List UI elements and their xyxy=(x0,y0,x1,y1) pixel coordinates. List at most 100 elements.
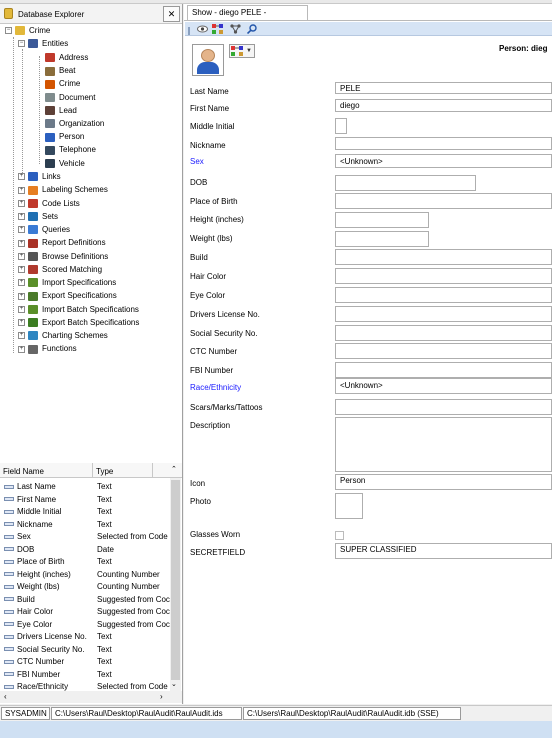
column-header-field-name[interactable]: Field Name xyxy=(3,467,44,476)
tree-node-address[interactable]: Address xyxy=(45,51,88,64)
race-label[interactable]: Race/Ethnicity xyxy=(190,383,241,392)
column-header-type[interactable]: Type xyxy=(96,467,113,476)
expand-icon[interactable]: + xyxy=(18,226,25,234)
tree-node-links[interactable]: + Links xyxy=(18,170,61,183)
table-row[interactable]: Middle Initial Text xyxy=(0,506,170,519)
tree-node-report-definitions[interactable]: + Report Definitions xyxy=(18,236,106,249)
tree-node-lead[interactable]: Lead xyxy=(45,104,77,117)
table-row[interactable]: DOB Date xyxy=(0,544,170,557)
table-row[interactable]: Sex Selected from Code xyxy=(0,531,170,544)
table-row[interactable]: Drivers License No. Text xyxy=(0,631,170,644)
expand-icon[interactable]: + xyxy=(18,199,25,207)
expand-icon[interactable]: + xyxy=(18,292,25,300)
telephone-icon xyxy=(45,145,55,155)
expand-icon[interactable]: + xyxy=(18,186,25,194)
glasses-checkbox[interactable] xyxy=(335,531,344,540)
network-icon[interactable] xyxy=(230,24,241,34)
expand-icon[interactable]: + xyxy=(18,345,25,353)
tree-node-crime[interactable]: Crime xyxy=(45,77,80,90)
icon-field[interactable]: Person xyxy=(335,474,552,490)
table-row[interactable]: Weight (lbs) Counting Number xyxy=(0,581,170,594)
expand-icon[interactable]: + xyxy=(18,319,25,327)
tree-node-labeling-schemes[interactable]: + Labeling Schemes xyxy=(18,183,108,196)
tree-node-organization[interactable]: Organization xyxy=(45,117,104,130)
tree-node-import-batch-specifications[interactable]: + Import Batch Specifications xyxy=(18,303,139,316)
tab-person-record[interactable]: Show - diego PELE - NOM130x xyxy=(187,5,308,31)
tree-node-person[interactable]: Person xyxy=(45,130,84,143)
tree-node-scored-matching[interactable]: + Scored Matching xyxy=(18,263,102,276)
tree-node-label: Functions xyxy=(42,344,77,354)
tree-node-queries[interactable]: + Queries xyxy=(18,223,70,236)
table-row[interactable]: Last Name Text xyxy=(0,481,170,494)
eye-color-field[interactable] xyxy=(335,287,552,303)
ctc-number-field[interactable] xyxy=(335,343,552,359)
expand-icon[interactable]: + xyxy=(18,305,25,313)
build-field[interactable] xyxy=(335,249,552,265)
expand-icon[interactable]: + xyxy=(18,239,25,247)
tree-node-crime[interactable]: − Crime xyxy=(5,24,50,37)
ssn-field[interactable] xyxy=(335,325,552,341)
tree-node-entities[interactable]: − Entities xyxy=(18,37,68,50)
tree-node-charting-schemes[interactable]: + Charting Schemes xyxy=(18,329,108,342)
scars-field[interactable] xyxy=(335,399,552,415)
scroll-down-icon[interactable]: ⌄ xyxy=(171,680,177,688)
table-row[interactable]: CTC Number Text xyxy=(0,656,170,669)
scrollbar-thumb[interactable] xyxy=(171,480,180,680)
table-row[interactable]: Height (inches) Counting Number xyxy=(0,569,170,582)
table-row[interactable]: Hair Color Suggested from Coc xyxy=(0,606,170,619)
sex-label[interactable]: Sex xyxy=(190,157,204,166)
scroll-up-icon[interactable]: ⌃ xyxy=(171,465,177,473)
expand-icon[interactable]: + xyxy=(18,266,25,274)
tree-node-export-specifications[interactable]: + Export Specifications xyxy=(18,289,117,302)
drivers-license-field[interactable] xyxy=(335,306,552,322)
text-field-icon xyxy=(4,547,14,552)
tree-node-export-batch-specifications[interactable]: + Export Batch Specifications xyxy=(18,316,139,329)
tree-node-sets[interactable]: + Sets xyxy=(18,210,58,223)
race-dropdown[interactable]: <Unknown> xyxy=(335,378,552,394)
tree-node-import-specifications[interactable]: + Import Specifications xyxy=(18,276,116,289)
table-row[interactable]: Place of Birth Text xyxy=(0,556,170,569)
link-chart-icon[interactable] xyxy=(212,24,223,34)
middle-initial-field[interactable] xyxy=(335,118,347,134)
search-icon[interactable] xyxy=(247,24,257,34)
table-row[interactable]: Eye Color Suggested from Coc xyxy=(0,619,170,632)
weight-field[interactable] xyxy=(335,231,429,247)
expand-icon[interactable]: + xyxy=(18,173,25,181)
tree-node-beat[interactable]: Beat xyxy=(45,64,75,77)
photo-box[interactable] xyxy=(335,493,363,519)
last-name-field[interactable]: PELE xyxy=(335,82,552,94)
collapse-icon[interactable]: − xyxy=(5,27,12,35)
table-row[interactable]: Social Security No. Text xyxy=(0,644,170,657)
fbi-number-field[interactable] xyxy=(335,362,552,378)
height-field[interactable] xyxy=(335,212,429,228)
close-explorer-button[interactable]: ✕ xyxy=(163,6,180,22)
expand-icon[interactable]: + xyxy=(18,252,25,260)
tree-node-document[interactable]: Document xyxy=(45,91,95,104)
table-row[interactable]: Nickname Text xyxy=(0,519,170,532)
expand-icon[interactable]: + xyxy=(18,279,25,287)
place-of-birth-field[interactable] xyxy=(335,193,552,209)
expand-icon[interactable]: + xyxy=(18,332,25,340)
tree-node-code-lists[interactable]: + Code Lists xyxy=(18,197,80,210)
secretfield-field[interactable]: SUPER CLASSIFIED xyxy=(335,543,552,559)
horizontal-scrollbar[interactable] xyxy=(0,691,182,703)
collapse-icon[interactable]: − xyxy=(18,40,25,48)
table-row[interactable]: FBI Number Text xyxy=(0,669,170,682)
dob-field[interactable] xyxy=(335,175,476,191)
first-name-field[interactable]: diego xyxy=(335,99,552,112)
sex-dropdown[interactable]: <Unknown> xyxy=(335,154,552,168)
scroll-left-icon[interactable]: ‹ xyxy=(4,692,7,701)
eye-icon[interactable] xyxy=(197,24,208,34)
scroll-right-icon[interactable]: › xyxy=(160,692,163,701)
description-textarea[interactable] xyxy=(335,417,552,472)
hair-color-field[interactable] xyxy=(335,268,552,284)
table-row[interactable]: First Name Text xyxy=(0,494,170,507)
nickname-field[interactable] xyxy=(335,137,552,150)
tree-node-vehicle[interactable]: Vehicle xyxy=(45,157,85,170)
table-row[interactable]: Build Suggested from Coc xyxy=(0,594,170,607)
tree-node-functions[interactable]: + Functions xyxy=(18,342,77,355)
expand-icon[interactable]: + xyxy=(18,213,25,221)
tree-node-telephone[interactable]: Telephone xyxy=(45,143,96,156)
tree-node-browse-definitions[interactable]: + Browse Definitions xyxy=(18,250,108,263)
text-field-icon xyxy=(4,572,14,577)
